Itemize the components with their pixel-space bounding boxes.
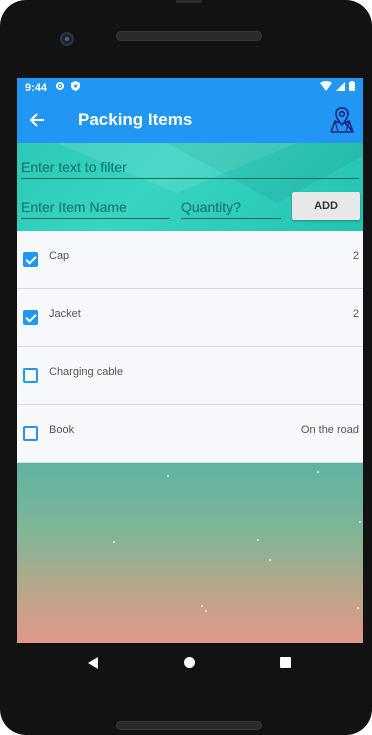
sparkle — [357, 607, 359, 609]
item-quantity: 2 — [352, 250, 359, 262]
wifi-icon — [320, 81, 332, 94]
bottom-speaker — [116, 721, 262, 730]
add-button[interactable]: ADD — [292, 192, 360, 220]
status-bar: 9:44 — [17, 78, 363, 97]
sparkle — [257, 539, 259, 541]
packing-list: Cap 2 Jacket 2 Charging cable Book On th… — [17, 231, 363, 463]
item-name-input[interactable] — [21, 195, 170, 219]
sparkle — [359, 521, 361, 523]
nav-home-icon[interactable] — [184, 657, 195, 668]
battery-icon — [349, 81, 355, 94]
item-name: Book — [49, 424, 75, 436]
item-quantity: 2 — [352, 308, 359, 320]
list-item[interactable]: Book On the road — [17, 405, 363, 463]
item-name: Charging cable — [49, 366, 123, 378]
background-gradient — [17, 463, 363, 643]
sparkle — [201, 605, 203, 607]
status-time: 9:44 — [25, 81, 48, 94]
item-checkbox[interactable] — [23, 368, 38, 383]
item-checkbox[interactable] — [23, 426, 38, 441]
front-camera — [60, 32, 74, 46]
phone-frame: 9:44 Packing Items Enter text to filter … — [0, 0, 372, 735]
list-item[interactable]: Jacket 2 — [17, 289, 363, 347]
nav-back-icon[interactable] — [88, 657, 98, 669]
screen: 9:44 Packing Items Enter text to filter … — [17, 78, 363, 643]
nav-recents-icon[interactable] — [280, 657, 291, 668]
item-name: Jacket — [49, 308, 81, 320]
signal-icon — [336, 81, 345, 94]
filter-panel: ADD — [17, 143, 363, 231]
earpiece-speaker — [116, 31, 262, 41]
item-checkbox[interactable] — [23, 252, 38, 267]
list-item[interactable]: Cap 2 — [17, 231, 363, 289]
item-name: Cap — [49, 250, 70, 262]
top-notch — [176, 0, 202, 3]
list-item[interactable]: Charging cable — [17, 347, 363, 405]
item-quantity: On the road — [300, 424, 359, 436]
sparkle — [269, 559, 271, 561]
sparkle — [317, 471, 319, 473]
map-location-icon[interactable] — [329, 106, 355, 134]
quantity-input[interactable] — [181, 195, 281, 219]
sparkle — [113, 541, 115, 543]
status-right-icons — [320, 81, 355, 94]
sparkle — [167, 475, 169, 477]
shield-icon — [71, 81, 81, 94]
sparkle — [205, 610, 207, 612]
back-arrow-icon[interactable] — [17, 112, 57, 128]
item-checkbox[interactable] — [23, 310, 38, 325]
filter-input[interactable] — [21, 155, 359, 179]
settings-icon — [55, 81, 65, 94]
system-nav-bar — [0, 643, 372, 683]
page-title: Packing Items — [78, 110, 193, 129]
app-bar: Packing Items — [17, 97, 363, 143]
